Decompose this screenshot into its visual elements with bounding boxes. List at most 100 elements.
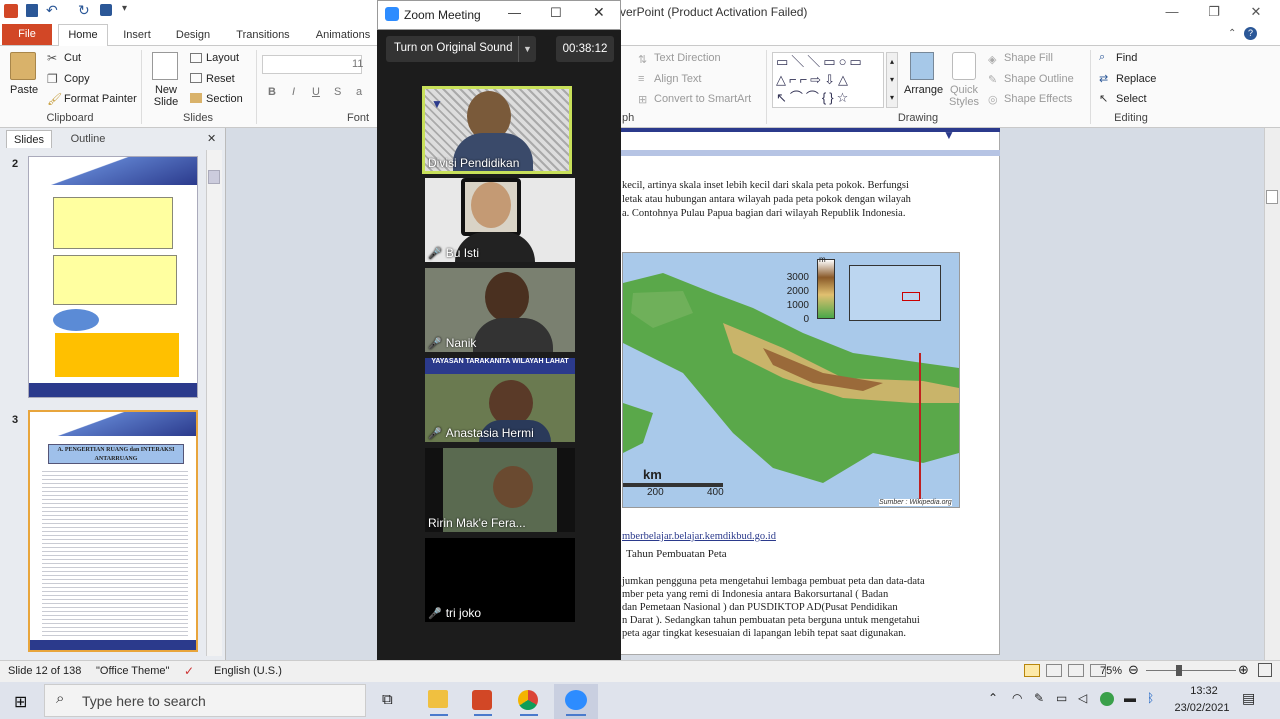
section-button[interactable]: Section xyxy=(206,93,243,105)
tab-home[interactable]: Home xyxy=(58,24,108,47)
help-icon[interactable]: ? xyxy=(1244,27,1257,40)
undo-icon[interactable]: ↶ xyxy=(46,2,58,19)
fit-slide-icon[interactable] xyxy=(1258,663,1272,677)
format-painter-button[interactable]: Format Painter xyxy=(64,93,137,105)
text-direction-icon[interactable]: ⇅ xyxy=(638,53,647,66)
redo-icon[interactable]: ↻ xyxy=(78,2,90,19)
bluetooth-icon[interactable]: ᛒ xyxy=(1147,691,1154,705)
chevron-down-icon[interactable]: ▼ xyxy=(518,36,536,62)
italic-icon[interactable]: I xyxy=(292,86,295,98)
replace-button[interactable]: Replace xyxy=(1116,73,1156,85)
shape-outline-button[interactable]: Shape Outline xyxy=(1004,73,1074,85)
smartart-icon[interactable]: ⊞ xyxy=(638,93,647,106)
save-icon[interactable] xyxy=(26,4,38,17)
slide-thumb-2[interactable] xyxy=(28,156,198,398)
clock-date[interactable]: 23/02/2021 xyxy=(1172,702,1232,714)
tab-file[interactable]: File xyxy=(2,24,52,45)
windows-start-icon[interactable]: ⊞ xyxy=(14,692,27,712)
slide-sorter-icon[interactable] xyxy=(1046,664,1062,677)
quick-styles-button[interactable]: Quick Styles xyxy=(946,84,982,108)
zoom-level[interactable]: 75% xyxy=(1100,665,1122,677)
zoom-slider-thumb[interactable] xyxy=(1176,665,1182,676)
font-size-field[interactable]: 11 xyxy=(352,58,363,70)
task-view-icon[interactable]: ⧉ xyxy=(382,691,393,708)
copy-button[interactable]: Copy xyxy=(64,73,90,85)
text-direction-button[interactable]: Text Direction xyxy=(654,52,721,64)
slide-link[interactable]: mberbelajar.belajar.kemdikbud.go.id xyxy=(622,531,776,542)
tab-design[interactable]: Design xyxy=(170,24,216,46)
tray-expand-icon[interactable]: ⌃ xyxy=(988,691,998,705)
shape-outline-icon[interactable]: ✎ xyxy=(988,73,997,86)
reset-icon[interactable] xyxy=(190,73,202,83)
proofing-icon[interactable]: ✓ xyxy=(184,664,194,678)
tab-animations[interactable]: Animations xyxy=(310,24,376,46)
cut-icon[interactable]: ✂ xyxy=(47,51,57,65)
pane-scroll-thumb[interactable] xyxy=(208,170,220,184)
normal-view-icon[interactable] xyxy=(1024,664,1040,677)
shape-fill-icon[interactable]: ◈ xyxy=(988,53,996,66)
align-text-icon[interactable]: ≡ xyxy=(638,73,644,85)
tab-transitions[interactable]: Transitions xyxy=(228,24,298,46)
copy-icon[interactable]: ❐ xyxy=(47,72,58,86)
replace-icon[interactable]: ⇄ xyxy=(1099,72,1108,85)
zoom-in-icon[interactable]: ⊕ xyxy=(1238,662,1249,678)
find-button[interactable]: Find xyxy=(1116,52,1137,64)
new-slide-button[interactable]: New Slide xyxy=(150,84,182,108)
bold-icon[interactable]: B xyxy=(268,86,276,98)
zoom-slider[interactable] xyxy=(1146,670,1236,671)
restore-button[interactable]: ❐ xyxy=(1194,0,1234,24)
underline-icon[interactable]: U xyxy=(312,86,320,98)
arrange-button[interactable]: Arrange xyxy=(904,84,943,96)
font-name-field[interactable] xyxy=(262,55,362,74)
network-icon[interactable]: ◠ xyxy=(1012,691,1022,705)
slide-thumb-3[interactable]: A. PENGERTIAN RUANG dan INTERAKSI ANTARR… xyxy=(28,410,198,652)
layout-icon[interactable] xyxy=(190,53,202,63)
quick-styles-icon[interactable] xyxy=(952,52,976,80)
shapes-gallery[interactable]: ▭＼＼▭○▭ △⌐⌐⇨⇩△ ↖⌒⌒{}☆ xyxy=(772,52,884,108)
app-tray-icon[interactable] xyxy=(1100,692,1114,706)
select-button[interactable]: Select xyxy=(1116,93,1147,105)
reset-button[interactable]: Reset xyxy=(206,73,235,85)
present-icon[interactable] xyxy=(100,4,112,16)
canvas-scroll-thumb[interactable] xyxy=(1266,190,1278,204)
zoom-maximize-button[interactable]: ☐ xyxy=(550,5,562,21)
file-explorer-icon[interactable] xyxy=(428,690,448,708)
customize-icon[interactable]: ▾ xyxy=(122,3,127,14)
collapse-ribbon-icon[interactable]: ⌃ xyxy=(1228,28,1236,39)
notifications-icon[interactable]: ▤ xyxy=(1242,690,1255,707)
language[interactable]: English (U.S.) xyxy=(214,665,282,677)
powerpoint-icon[interactable] xyxy=(472,690,492,710)
arrange-icon[interactable] xyxy=(910,52,934,80)
reading-view-icon[interactable] xyxy=(1068,664,1084,677)
section-icon[interactable] xyxy=(190,93,202,103)
clock-time[interactable]: 13:32 xyxy=(1178,685,1230,697)
find-icon[interactable]: ⌕ xyxy=(1099,51,1105,64)
pane-scrollbar[interactable] xyxy=(206,150,222,656)
strikethrough-icon[interactable]: a xyxy=(356,86,362,98)
close-pane-icon[interactable]: ✕ xyxy=(207,132,216,145)
battery-icon[interactable]: ▭ xyxy=(1056,691,1067,705)
cut-button[interactable]: Cut xyxy=(64,52,81,64)
tab-outline[interactable]: Outline xyxy=(58,130,118,148)
minimize-button[interactable]: — xyxy=(1152,0,1192,24)
align-text-button[interactable]: Align Text xyxy=(654,73,702,85)
select-icon[interactable]: ↖ xyxy=(1099,92,1108,105)
wifi-icon[interactable]: ▬ xyxy=(1124,691,1136,705)
format-painter-icon[interactable]: 🖌 xyxy=(47,92,62,106)
close-button[interactable]: ✕ xyxy=(1236,0,1276,24)
paste-icon[interactable] xyxy=(10,52,36,80)
shape-effects-icon[interactable]: ◎ xyxy=(988,93,998,106)
canvas-scrollbar[interactable] xyxy=(1264,128,1280,660)
tab-slides[interactable]: Slides xyxy=(6,130,52,148)
zoom-close-button[interactable]: ✕ xyxy=(593,4,605,21)
layout-button[interactable]: Layout xyxy=(206,52,239,64)
zoom-out-icon[interactable]: ⊖ xyxy=(1128,662,1139,678)
shape-fill-button[interactable]: Shape Fill xyxy=(1004,52,1053,64)
shape-effects-button[interactable]: Shape Effects xyxy=(1004,93,1072,105)
shadow-icon[interactable]: S xyxy=(334,86,341,98)
zoom-minimize-button[interactable]: — xyxy=(508,5,521,20)
chrome-icon[interactable] xyxy=(518,690,538,710)
pen-icon[interactable]: ✎ xyxy=(1034,691,1044,705)
new-slide-icon[interactable] xyxy=(152,52,178,80)
shapes-gallery-scroll[interactable]: ▴ ▾ ▾ xyxy=(886,52,898,108)
